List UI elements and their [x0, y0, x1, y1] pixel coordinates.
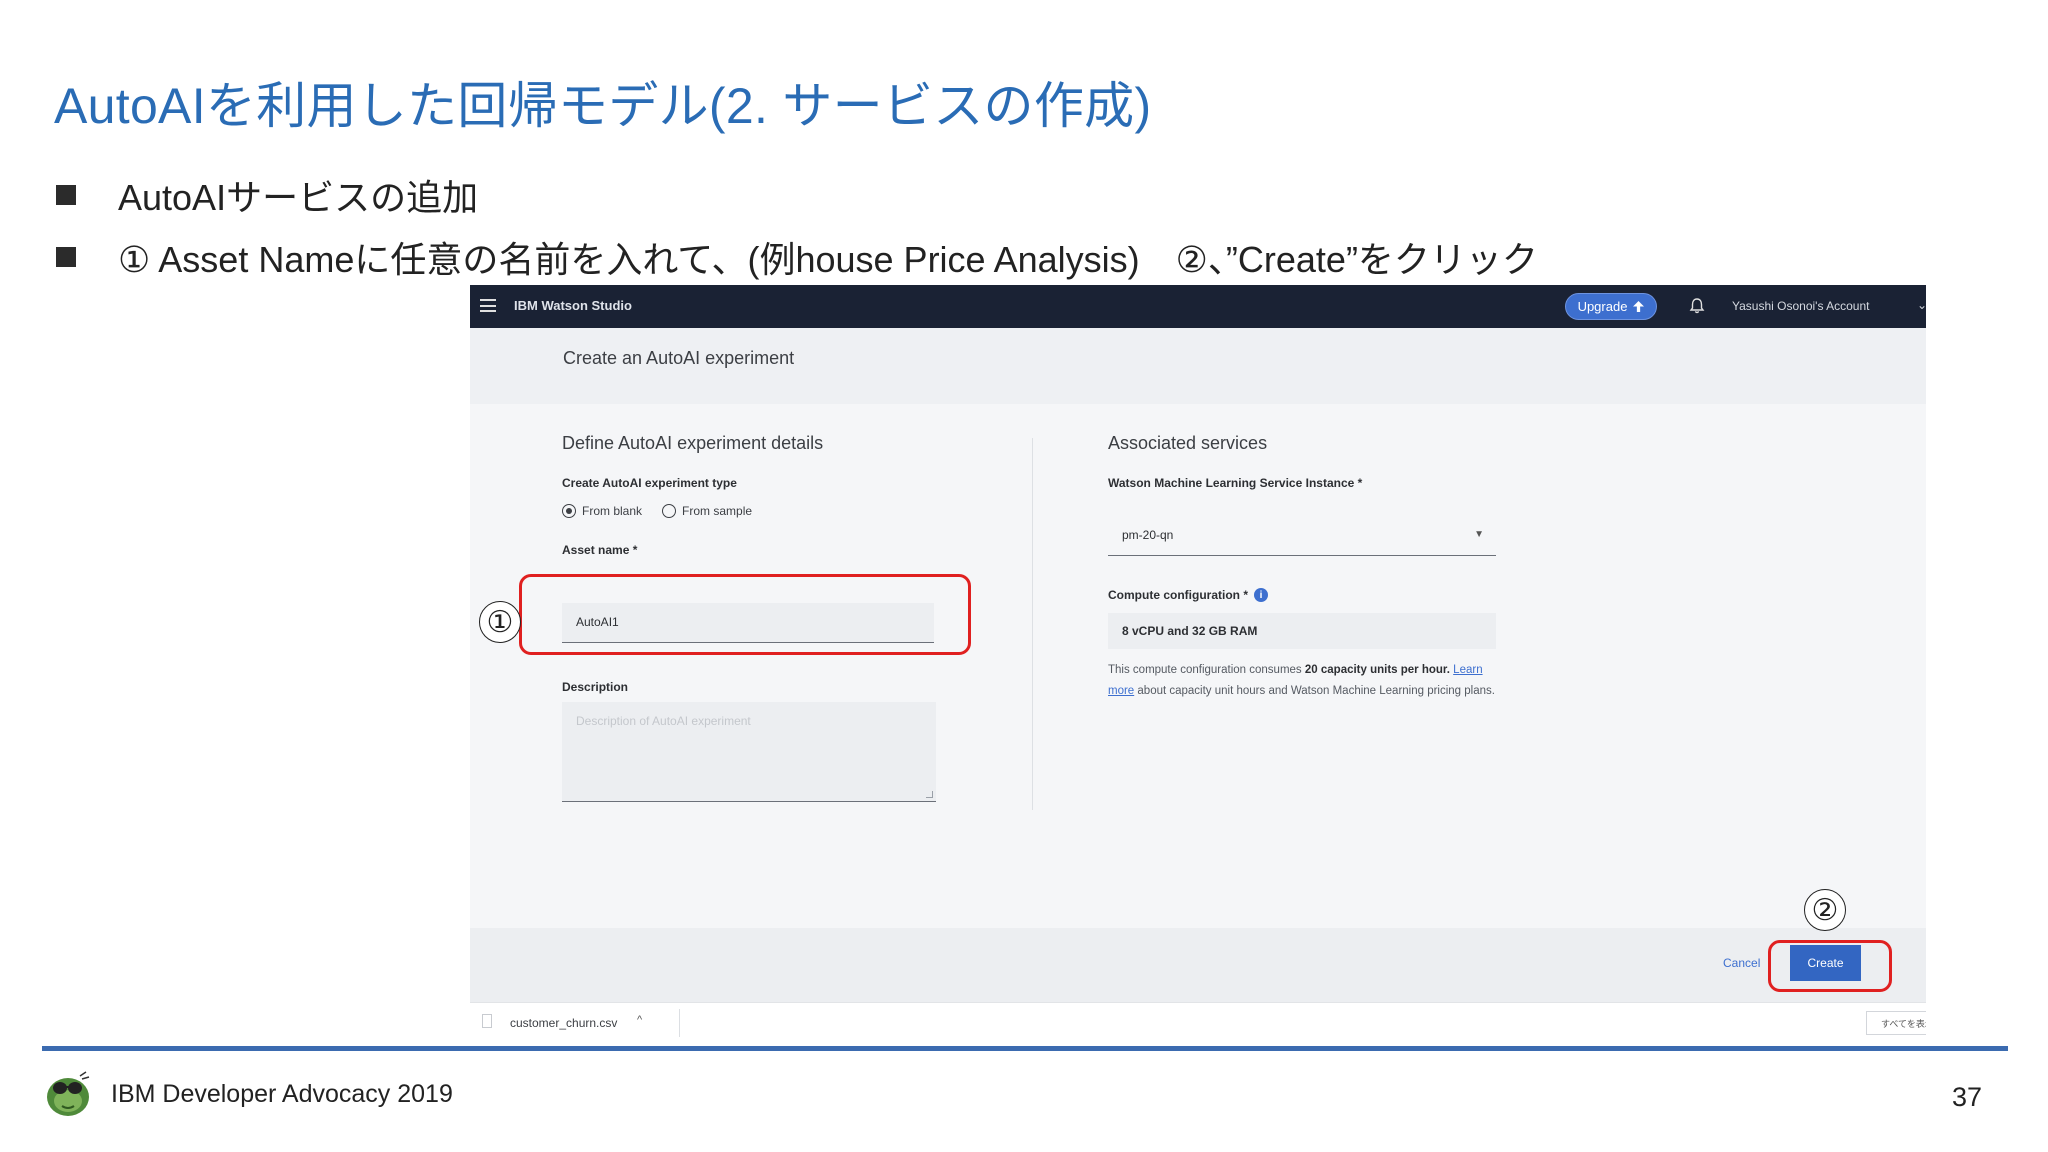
panel-divider — [1032, 438, 1033, 810]
callout-1: ① — [479, 601, 521, 643]
upgrade-button[interactable]: Upgrade — [1565, 293, 1657, 320]
cancel-button[interactable]: Cancel — [1723, 948, 1760, 978]
page-title: Create an AutoAI experiment — [563, 348, 795, 368]
resize-handle-icon[interactable] — [926, 791, 933, 798]
experiment-type-radio-group: From blank From sample — [562, 504, 1002, 518]
callout-2: ② — [1804, 889, 1846, 931]
bullet-square-icon — [56, 247, 76, 267]
compute-config-note: This compute configuration consumes 20 c… — [1108, 660, 1498, 702]
chevron-up-icon[interactable]: ^ — [637, 1014, 642, 1026]
show-all-downloads-button[interactable]: すべてを表示 — [1866, 1011, 1926, 1035]
ml-instance-select[interactable]: pm-20-qn ▼ — [1108, 516, 1496, 556]
asset-name-label: Asset name * — [562, 543, 638, 557]
radio-from-sample[interactable] — [662, 504, 677, 518]
note-text-end: about capacity unit hours and Watson Mac… — [1134, 685, 1495, 697]
ml-instance-label: Watson Machine Learning Service Instance… — [1108, 476, 1363, 490]
experiment-details-panel: Define AutoAI experiment details Create … — [562, 433, 1002, 557]
compute-config-value: 8 vCPU and 32 GB RAM — [1108, 613, 1496, 649]
product-name[interactable]: IBM Watson Studio — [514, 298, 632, 313]
download-separator — [679, 1009, 680, 1037]
upgrade-arrow-icon — [1633, 301, 1645, 312]
action-footer: Cancel Create — [470, 928, 1926, 1002]
mascot-logo-icon — [47, 1071, 90, 1116]
section-title-services: Associated services — [1108, 433, 1268, 453]
create-button-highlight — [1768, 940, 1892, 992]
compute-config-label-row: Compute configuration * i — [1108, 588, 1268, 602]
download-file-name[interactable]: customer_churn.csv — [510, 1016, 617, 1030]
top-navigation-bar: IBM Watson Studio Upgrade Yasushi Osonoi… — [470, 285, 1926, 328]
footer-rule — [42, 1046, 2008, 1051]
asset-name-highlight — [519, 574, 971, 655]
compute-config-label: Compute configuration * — [1108, 588, 1248, 602]
upgrade-label: Upgrade — [1577, 299, 1628, 314]
bullet-list: AutoAIサービスの追加 ① Asset Nameに任意の名前を入れて、(例h… — [54, 164, 2014, 288]
account-menu[interactable]: Yasushi Osonoi's Account — [1732, 299, 1869, 313]
experiment-type-label: Create AutoAI experiment type — [562, 476, 737, 490]
note-text: This compute configuration consumes — [1108, 664, 1305, 676]
bullet-item: AutoAIサービスの追加 — [54, 164, 2014, 226]
download-bar: customer_churn.csv ^ すべてを表示 — [470, 1002, 1926, 1041]
ml-instance-value: pm-20-qn — [1122, 528, 1174, 542]
info-icon[interactable]: i — [1254, 588, 1268, 602]
slide-title: AutoAIを利用した回帰モデル(2. サービスの作成) — [54, 78, 1152, 134]
radio-from-blank[interactable] — [562, 504, 576, 518]
page-header: Create an AutoAI experiment — [470, 328, 1926, 404]
note-bold-text: 20 capacity units per hour. — [1304, 664, 1450, 676]
bullet-text: AutoAIサービスの追加 — [118, 177, 479, 218]
select-chevron-icon: ▼ — [1474, 529, 1484, 540]
hamburger-menu-icon[interactable] — [480, 299, 496, 312]
watson-studio-screenshot: IBM Watson Studio Upgrade Yasushi Osonoi… — [470, 285, 1926, 1041]
page-number: 37 — [1952, 1082, 1983, 1112]
description-textarea[interactable]: Description of AutoAI experiment — [562, 702, 936, 802]
description-placeholder: Description of AutoAI experiment — [576, 714, 751, 728]
chevron-down-icon[interactable]: ⌄ — [1917, 298, 1926, 312]
associated-services-panel: Associated services Watson Machine Learn… — [1108, 433, 1528, 490]
notification-bell-icon[interactable] — [1688, 297, 1706, 315]
description-label: Description — [562, 680, 629, 694]
file-icon — [482, 1014, 492, 1028]
bullet-item: ① Asset Nameに任意の名前を入れて、(例house Price Ana… — [54, 226, 2014, 288]
bullet-square-icon — [56, 185, 76, 205]
radio-from-sample-label[interactable]: From sample — [682, 504, 752, 518]
section-title-details: Define AutoAI experiment details — [562, 433, 824, 453]
radio-from-blank-label[interactable]: From blank — [582, 504, 642, 518]
bullet-text: ① Asset Nameに任意の名前を入れて、(例house Price Ana… — [118, 239, 1538, 280]
footer-text: IBM Developer Advocacy 2019 — [111, 1080, 453, 1108]
